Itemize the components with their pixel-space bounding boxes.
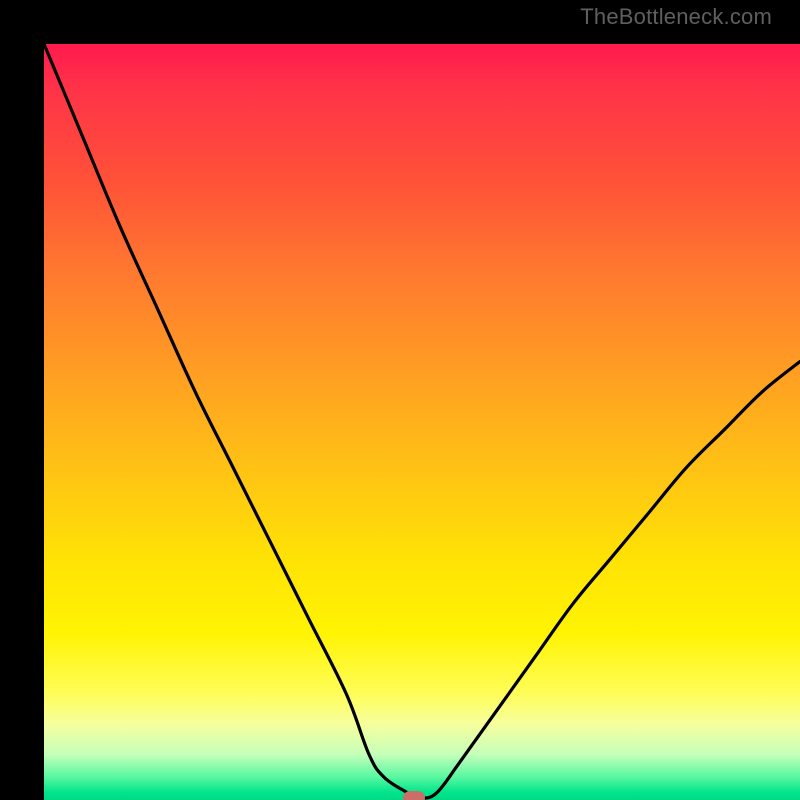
optimal-marker bbox=[403, 791, 425, 800]
bottleneck-curve bbox=[44, 44, 800, 800]
watermark-text: TheBottleneck.com bbox=[580, 4, 772, 30]
plot-area bbox=[44, 44, 800, 800]
chart-frame bbox=[0, 0, 800, 800]
